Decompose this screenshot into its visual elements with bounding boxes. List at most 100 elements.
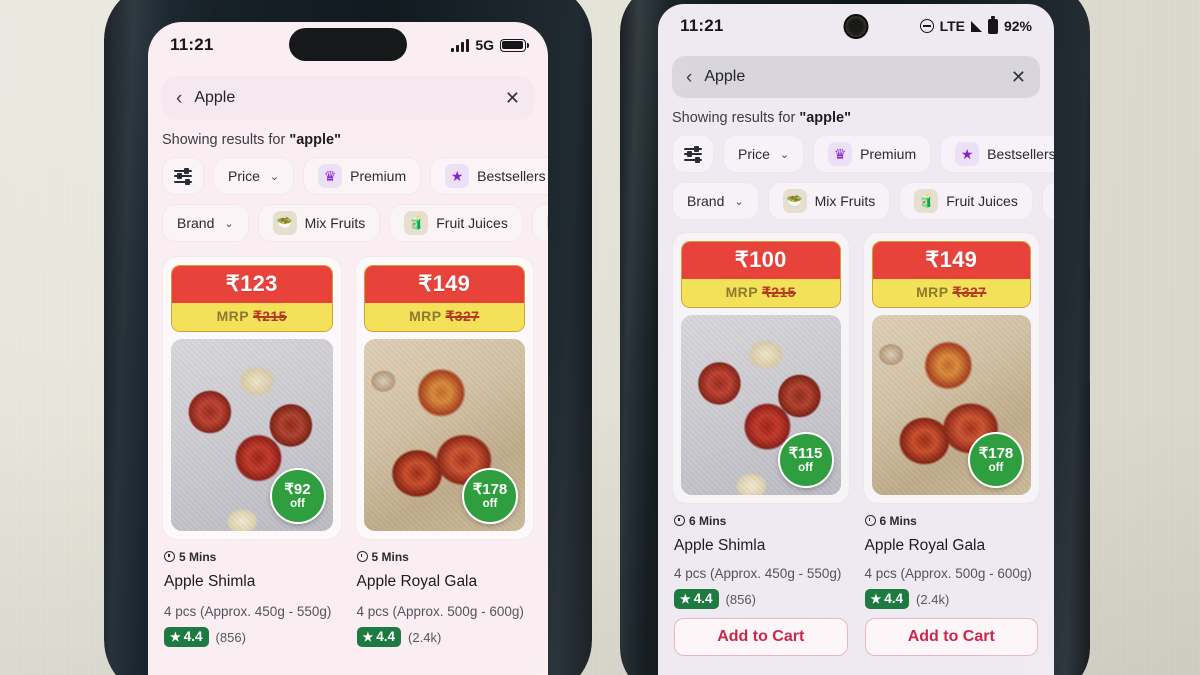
network-label: 5G [475, 37, 494, 53]
chevron-down-icon: ⌄ [779, 148, 790, 161]
punch-hole-camera [843, 14, 869, 39]
product-meta: 6 Mins Apple Shimla 4 pcs (Approx. 450g … [672, 504, 850, 656]
delivery-time: 5 Mins [356, 550, 409, 564]
mrp-row: MRP ₹327 [872, 279, 1030, 307]
chevron-down-icon: ⌄ [269, 170, 280, 183]
rating-count: (856) [725, 591, 756, 607]
filter-brand-chip[interactable]: Brand ⌄ [162, 204, 249, 242]
search-bar-left[interactable]: ‹ Apple ✕ [162, 76, 534, 120]
clock-icon [674, 515, 685, 526]
product-card[interactable]: ₹149 MRP ₹327 ₹178 off [862, 232, 1040, 656]
filter-label: Fruit Juices [946, 193, 1018, 209]
product-card-box: ₹123 MRP ₹215 ₹92 off [162, 256, 342, 540]
battery-icon [500, 38, 529, 52]
product-meta: 5 Mins Apple Shimla 4 pcs (Approx. 450g … [162, 540, 342, 647]
filter-sliders-button[interactable] [672, 135, 714, 173]
product-grid-left: ₹123 MRP ₹215 ₹92 off 5 Mins Apple Shiml… [148, 242, 548, 647]
mrp-value: ₹327 [445, 308, 480, 324]
product-quantity: 4 pcs (Approx. 450g - 550g) [674, 566, 842, 581]
filter-price-chip[interactable]: Price ⌄ [213, 157, 295, 195]
filter-mix-fruits-chip[interactable]: 🥗 Mix Fruits [767, 182, 891, 220]
mrp-value: ₹215 [252, 308, 287, 324]
filter-row-1-right: Price ⌄ ♛ Premium ★ Bestsellers 🔥 [658, 135, 1054, 173]
mrp-row: MRP ₹327 [364, 303, 524, 331]
rating-value: 4.4 [376, 629, 396, 644]
rating-line: ★ 4.4 (2.4k) [864, 589, 1039, 609]
filter-bestsellers-chip[interactable]: ★ Bestsellers [940, 135, 1054, 173]
search-input[interactable]: Apple [704, 68, 999, 86]
filter-sliders-button[interactable] [162, 157, 204, 195]
product-card[interactable]: ₹149 MRP ₹327 ₹178 off [354, 256, 534, 647]
apple-shimla-image: ₹115 off [681, 315, 841, 495]
filter-brand-chip[interactable]: Brand ⌄ [672, 182, 759, 220]
add-to-cart-button[interactable]: Add to Cart [674, 618, 848, 656]
filter-nectar-chip-cut[interactable]: 🧴 Ne [1041, 182, 1054, 220]
power-button[interactable] [1088, 222, 1090, 268]
rating-line: ★ 4.4 (2.4k) [356, 627, 533, 647]
rating-count: (2.4k) [916, 591, 950, 607]
results-header-prefix: Showing results for [672, 110, 800, 126]
crown-icon: ♛ [318, 164, 343, 188]
product-card[interactable]: ₹123 MRP ₹215 ₹92 off 5 Mins Apple Shiml… [162, 256, 342, 647]
filter-fruit-juices-chip[interactable]: 🧃 Fruit Juices [389, 204, 523, 242]
discount-badge: ₹92 off [269, 468, 326, 524]
price-value: ₹123 [172, 266, 332, 303]
filter-premium-chip[interactable]: ♛ Premium [303, 157, 422, 195]
star-icon: ★ [955, 142, 980, 166]
sliders-icon [174, 167, 192, 185]
dynamic-island [289, 28, 407, 61]
search-bar-right[interactable]: ‹ Apple ✕ [672, 56, 1040, 98]
close-icon[interactable]: ✕ [1011, 68, 1026, 86]
filter-premium-chip[interactable]: ♛ Premium [813, 135, 932, 173]
filter-bestsellers-chip[interactable]: ★ Bestsellers [430, 157, 548, 195]
status-indicators: LTE 92% [919, 16, 1032, 34]
add-to-cart-button[interactable]: Add to Cart [864, 618, 1038, 656]
price-tag: ₹149 MRP ₹327 [871, 241, 1031, 308]
star-icon: ★ [445, 164, 470, 188]
crown-icon: ♛ [828, 142, 853, 166]
rating-badge: ★ 4.4 [674, 589, 719, 609]
discount-amount: ₹178 [472, 481, 508, 499]
battery-icon [987, 16, 998, 34]
results-header-right: Showing results for "apple" [658, 98, 1054, 132]
phone-left-iphone: 11:21 5G ‹ Apple ✕ Showing results for "… [104, 0, 592, 675]
discount-badge: ₹178 off [462, 468, 518, 524]
close-icon[interactable]: ✕ [505, 89, 520, 107]
clock-icon [356, 551, 368, 562]
discount-label: off [988, 461, 1004, 474]
filter-label: Price [228, 168, 260, 184]
mrp-label: MRP [725, 284, 762, 300]
filter-label: Bestsellers [477, 168, 546, 184]
discount-amount: ₹92 [284, 481, 311, 499]
filter-nectar-chip-cut[interactable]: 🧴 Ne [531, 204, 548, 242]
discount-amount: ₹115 [788, 445, 823, 463]
chevron-left-icon[interactable]: ‹ [176, 89, 182, 108]
price-tag: ₹123 MRP ₹215 [171, 265, 333, 332]
mrp-row: MRP ₹215 [682, 279, 840, 307]
mrp-label: MRP [916, 284, 953, 300]
signal-bars-icon [451, 38, 470, 52]
rating-badge: ★ 4.4 [864, 589, 910, 609]
search-input[interactable]: Apple [194, 89, 493, 107]
volume-button[interactable] [1088, 302, 1090, 382]
fruit-juice-icon: 🧃 [914, 189, 939, 213]
product-quantity: 4 pcs (Approx. 450g - 550g) [164, 604, 332, 619]
filter-mix-fruits-chip[interactable]: 🥗 Mix Fruits [257, 204, 381, 242]
product-card-box: ₹149 MRP ₹327 ₹178 off [354, 256, 534, 540]
filter-fruit-juices-chip[interactable]: 🧃 Fruit Juices [899, 182, 1033, 220]
filter-label: Mix Fruits [814, 193, 876, 209]
chevron-left-icon[interactable]: ‹ [686, 68, 692, 87]
product-quantity: 4 pcs (Approx. 500g - 600g) [864, 566, 1032, 581]
product-name: Apple Shimla [164, 573, 256, 590]
filter-price-chip[interactable]: Price ⌄ [723, 135, 805, 173]
filter-row-1-left: Price ⌄ ♛ Premium ★ Bestsellers 🔥 [148, 157, 548, 195]
filter-label: Premium [860, 146, 917, 162]
product-card[interactable]: ₹100 MRP ₹215 ₹115 off 6 Mins Apple Shim… [672, 232, 850, 656]
filter-row-2-right: Brand ⌄ 🥗 Mix Fruits 🧃 Fruit Juices 🧴 Ne [658, 182, 1054, 220]
mrp-label: MRP [409, 308, 446, 324]
rating-value: 4.4 [693, 591, 713, 606]
discount-label: off [798, 461, 813, 474]
phone-right-screen: 11:21 LTE 92% ‹ Apple ✕ Showing results … [658, 4, 1054, 675]
network-label: LTE [939, 18, 965, 34]
rating-badge: ★ 4.4 [356, 627, 402, 647]
